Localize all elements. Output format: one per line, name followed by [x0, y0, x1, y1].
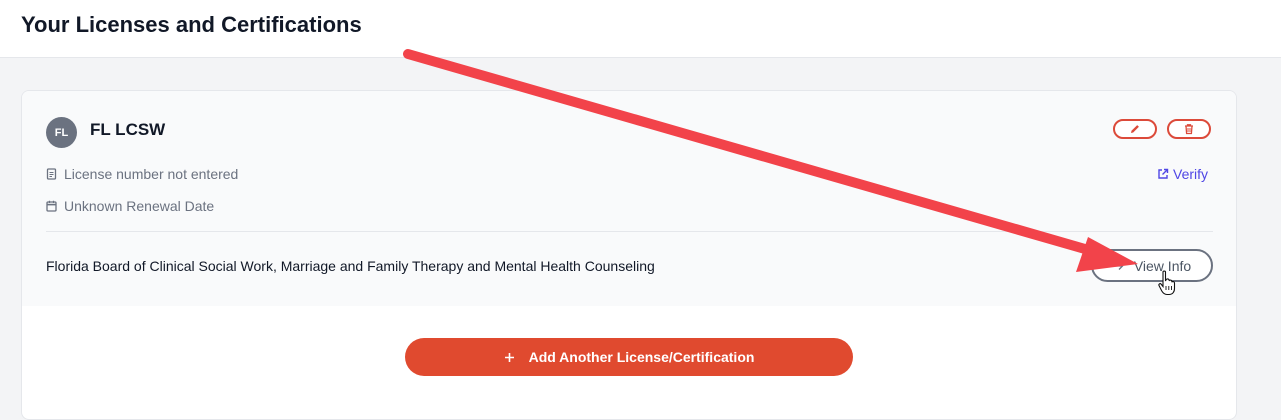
pencil-icon [1131, 125, 1139, 133]
license-name: FL LCSW [90, 120, 166, 139]
avatar: FL [46, 117, 77, 148]
verify-label: Verify [1173, 166, 1209, 182]
license-card-body: FL FL LCSW License number not entered Un… [22, 91, 1236, 306]
clipboard-icon [46, 168, 57, 180]
plus-icon [504, 352, 514, 362]
calendar-icon [46, 200, 57, 212]
license-number-text: License number not entered [64, 166, 239, 182]
renewal-date-text: Unknown Renewal Date [64, 198, 215, 214]
arrow-right-icon [1113, 261, 1124, 270]
page-title: Your Licenses and Certifications [21, 12, 362, 37]
add-license-button[interactable]: Add Another License/Certification [405, 338, 853, 376]
edit-button[interactable] [1113, 119, 1157, 139]
trash-icon [1185, 124, 1193, 135]
add-license-label: Add Another License/Certification [528, 349, 755, 365]
view-info-button[interactable]: View Info [1091, 249, 1213, 282]
renewal-date: Unknown Renewal Date [46, 198, 214, 214]
delete-button[interactable] [1167, 119, 1211, 139]
hand-cursor-icon [1158, 270, 1176, 296]
verify-link[interactable]: Verify [1157, 166, 1208, 182]
license-card: FL FL LCSW License number not entered Un… [21, 90, 1237, 420]
external-link-icon [1158, 168, 1169, 179]
license-number: License number not entered [46, 166, 238, 182]
page-header: Your Licenses and Certifications [0, 0, 1281, 58]
board-name: Florida Board of Clinical Social Work, M… [46, 258, 655, 274]
divider [46, 231, 1213, 232]
